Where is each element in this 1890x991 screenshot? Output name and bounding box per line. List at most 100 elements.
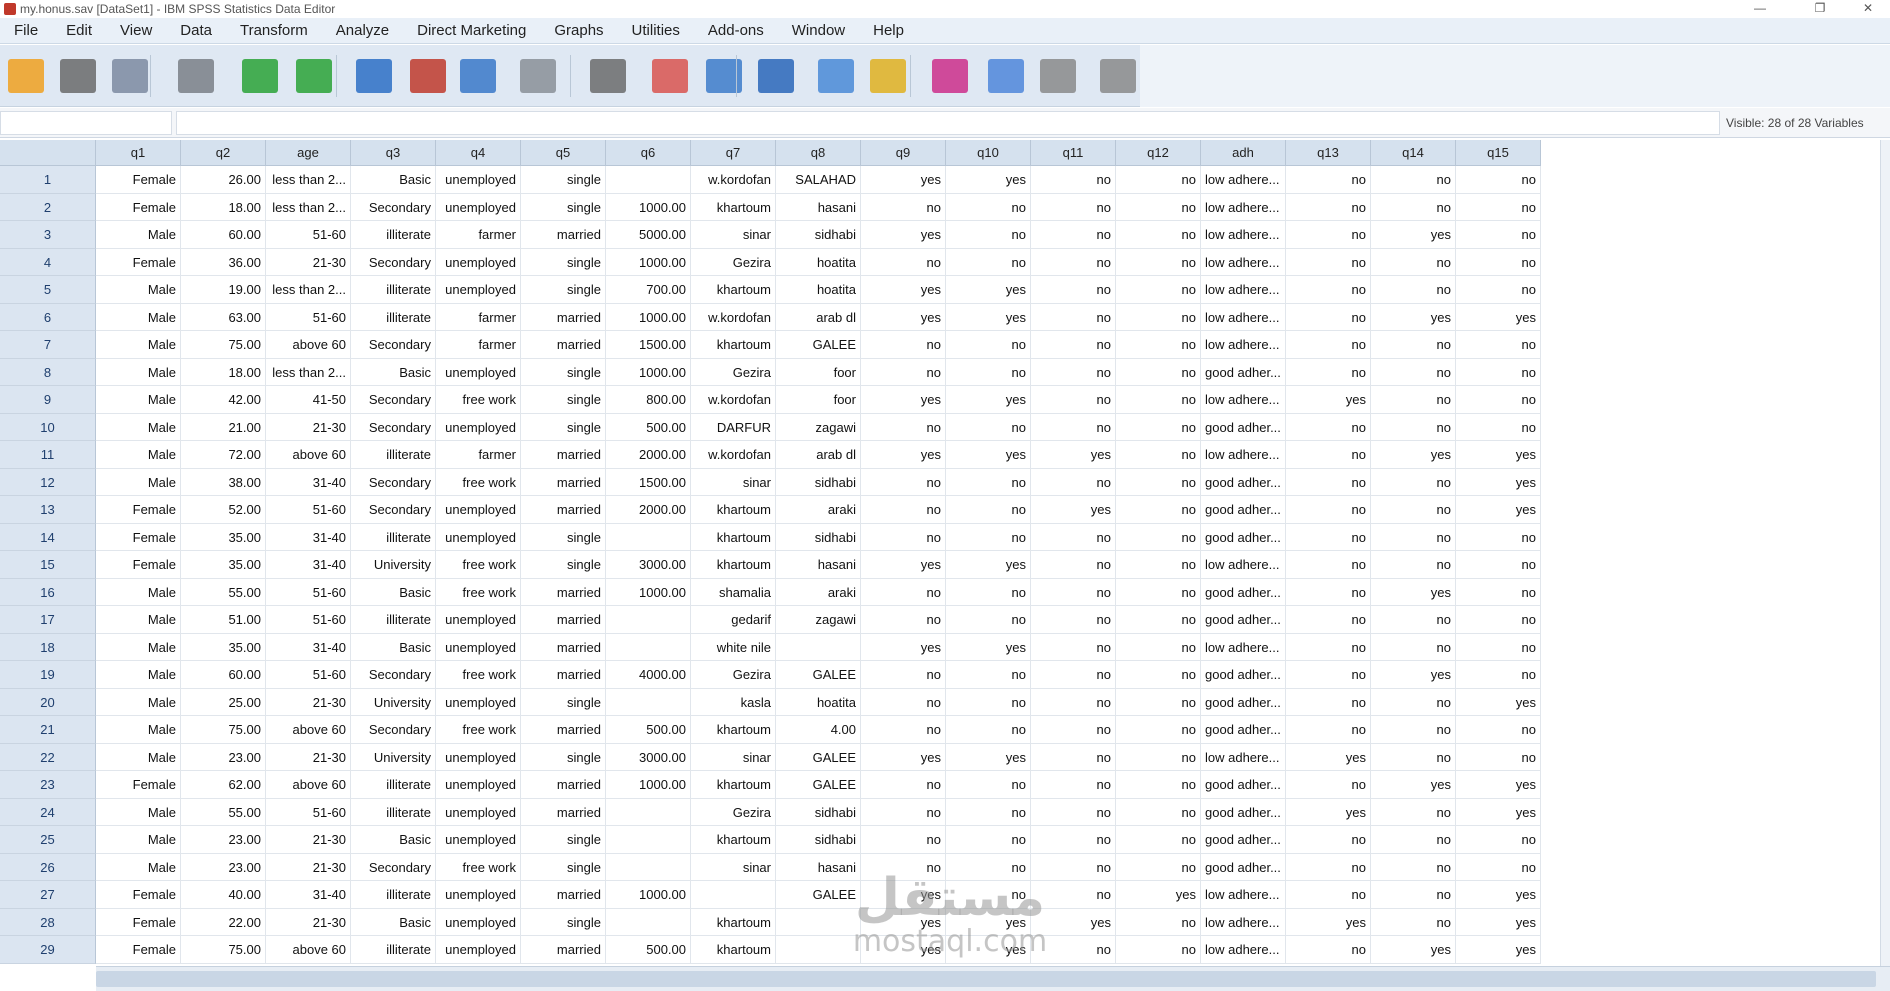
cell-q12[interactable]: no <box>1116 936 1201 964</box>
cell-q2[interactable]: 38.00 <box>181 468 266 496</box>
cell-q2[interactable]: 21.00 <box>181 413 266 441</box>
row-number[interactable]: 26 <box>0 853 96 881</box>
cell-q13[interactable]: no <box>1286 331 1371 359</box>
cell-q9[interactable]: yes <box>861 441 946 469</box>
cell-q3[interactable]: University <box>351 743 436 771</box>
cell-q15[interactable]: yes <box>1456 771 1541 799</box>
column-header-q13[interactable]: q13 <box>1286 140 1371 166</box>
cell-q15[interactable]: yes <box>1456 798 1541 826</box>
cell-q5[interactable]: single <box>521 276 606 304</box>
cell-q1[interactable]: Male <box>96 853 181 881</box>
cell-q14[interactable]: no <box>1371 468 1456 496</box>
cell-q1[interactable]: Female <box>96 936 181 964</box>
cell-q12[interactable]: no <box>1116 413 1201 441</box>
cell-q13[interactable]: yes <box>1286 798 1371 826</box>
use-variable-sets-icon[interactable] <box>988 59 1024 93</box>
cell-age[interactable]: 51-60 <box>266 661 351 689</box>
cell-q12[interactable]: no <box>1116 798 1201 826</box>
cell-q2[interactable]: 55.00 <box>181 798 266 826</box>
cell-adh[interactable]: low adhere... <box>1201 166 1286 194</box>
cell-q7[interactable]: DARFUR <box>691 413 776 441</box>
column-header-q1[interactable]: q1 <box>96 140 181 166</box>
cell-q5[interactable]: married <box>521 661 606 689</box>
cell-q4[interactable]: unemployed <box>436 413 521 441</box>
cell-q13[interactable]: no <box>1286 771 1371 799</box>
cell-q10[interactable]: no <box>946 798 1031 826</box>
cell-age[interactable]: 51-60 <box>266 303 351 331</box>
cell-q9[interactable]: yes <box>861 743 946 771</box>
cell-q10[interactable]: no <box>946 661 1031 689</box>
cell-q13[interactable]: no <box>1286 468 1371 496</box>
cell-q12[interactable]: no <box>1116 496 1201 524</box>
cell-q8[interactable]: sidhabi <box>776 221 861 249</box>
cell-q15[interactable]: no <box>1456 386 1541 414</box>
cell-q2[interactable]: 52.00 <box>181 496 266 524</box>
cell-q3[interactable]: University <box>351 551 436 579</box>
cell-q6[interactable] <box>606 908 691 936</box>
cell-q7[interactable]: khartoum <box>691 716 776 744</box>
cell-q13[interactable]: no <box>1286 358 1371 386</box>
cell-q1[interactable]: Female <box>96 248 181 276</box>
cell-q15[interactable]: yes <box>1456 441 1541 469</box>
cell-q7[interactable]: Gezira <box>691 358 776 386</box>
cell-q15[interactable]: no <box>1456 716 1541 744</box>
cell-q14[interactable]: no <box>1371 523 1456 551</box>
cell-q11[interactable]: no <box>1031 413 1116 441</box>
cell-q14[interactable]: yes <box>1371 578 1456 606</box>
cell-q3[interactable]: Basic <box>351 633 436 661</box>
cell-q11[interactable]: no <box>1031 303 1116 331</box>
minimize-button[interactable]: — <box>1740 0 1780 18</box>
cell-q6[interactable] <box>606 633 691 661</box>
row-number[interactable]: 15 <box>0 551 96 579</box>
cell-q8[interactable]: zagawi <box>776 413 861 441</box>
cell-q13[interactable]: no <box>1286 578 1371 606</box>
split-file-icon[interactable] <box>758 59 794 93</box>
menu-edit[interactable]: Edit <box>52 22 106 39</box>
cell-q14[interactable]: no <box>1371 248 1456 276</box>
cell-q14[interactable]: no <box>1371 166 1456 194</box>
cell-q10[interactable]: no <box>946 853 1031 881</box>
menu-file[interactable]: File <box>0 22 52 39</box>
cell-q2[interactable]: 75.00 <box>181 716 266 744</box>
cell-adh[interactable]: good adher... <box>1201 688 1286 716</box>
cell-age[interactable]: above 60 <box>266 936 351 964</box>
cell-q5[interactable]: married <box>521 441 606 469</box>
cell-q12[interactable]: no <box>1116 386 1201 414</box>
cell-q3[interactable]: Secondary <box>351 248 436 276</box>
menu-view[interactable]: View <box>106 22 166 39</box>
cell-q6[interactable] <box>606 523 691 551</box>
row-number[interactable]: 7 <box>0 331 96 359</box>
cell-q8[interactable]: zagawi <box>776 606 861 634</box>
cell-q1[interactable]: Male <box>96 716 181 744</box>
cell-q1[interactable]: Male <box>96 661 181 689</box>
cell-q3[interactable]: Basic <box>351 358 436 386</box>
row-number[interactable]: 14 <box>0 523 96 551</box>
cell-q2[interactable]: 23.00 <box>181 853 266 881</box>
value-labels-icon[interactable] <box>932 59 968 93</box>
cell-q2[interactable]: 75.00 <box>181 331 266 359</box>
cell-q7[interactable]: sinar <box>691 853 776 881</box>
cell-q6[interactable]: 1000.00 <box>606 358 691 386</box>
cell-q8[interactable]: hasani <box>776 853 861 881</box>
cell-q5[interactable]: single <box>521 908 606 936</box>
cell-q13[interactable]: no <box>1286 606 1371 634</box>
cell-q10[interactable]: no <box>946 193 1031 221</box>
cell-q8[interactable]: GALEE <box>776 331 861 359</box>
cell-q4[interactable]: farmer <box>436 221 521 249</box>
cell-age[interactable]: 51-60 <box>266 496 351 524</box>
column-header-q6[interactable]: q6 <box>606 140 691 166</box>
cell-q1[interactable]: Male <box>96 413 181 441</box>
cell-q11[interactable]: no <box>1031 331 1116 359</box>
cell-age[interactable]: 31-40 <box>266 523 351 551</box>
cell-q8[interactable]: foor <box>776 358 861 386</box>
cell-q6[interactable]: 1000.00 <box>606 881 691 909</box>
cell-q5[interactable]: single <box>521 688 606 716</box>
cell-q2[interactable]: 60.00 <box>181 221 266 249</box>
cell-q8[interactable]: hoatita <box>776 688 861 716</box>
cell-q14[interactable]: yes <box>1371 771 1456 799</box>
cell-q2[interactable]: 51.00 <box>181 606 266 634</box>
cell-q11[interactable]: yes <box>1031 441 1116 469</box>
cell-q8[interactable] <box>776 908 861 936</box>
cell-q2[interactable]: 40.00 <box>181 881 266 909</box>
cell-q9[interactable]: yes <box>861 386 946 414</box>
